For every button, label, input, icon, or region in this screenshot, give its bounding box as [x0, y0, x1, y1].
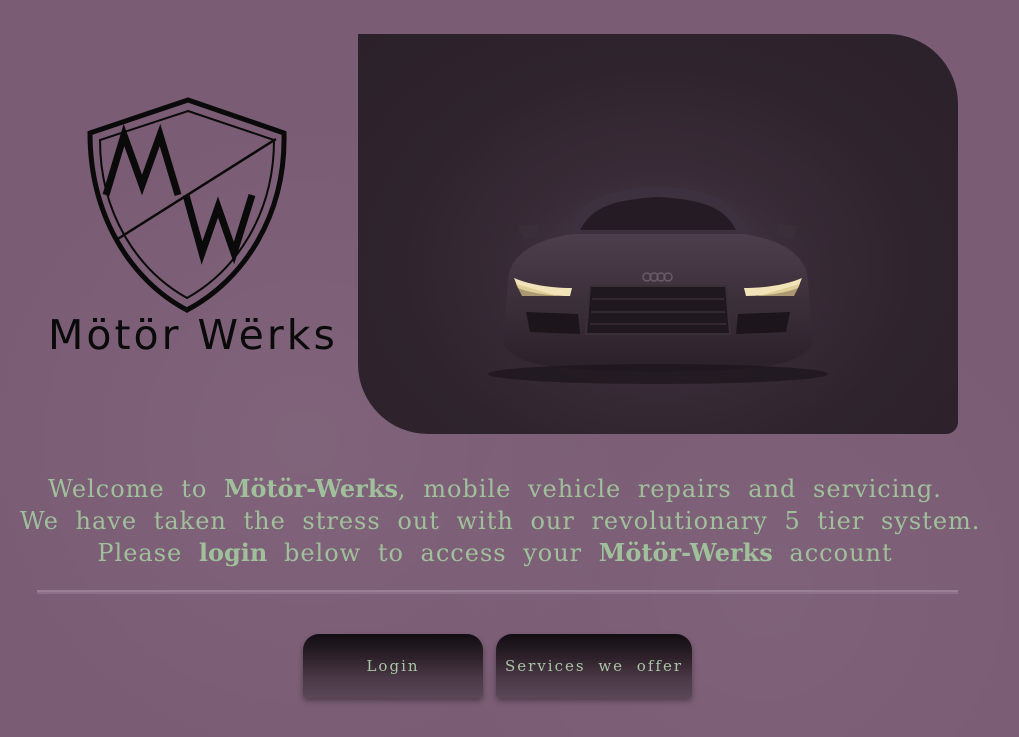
- welcome-line-3: Please login below to access your Mötör-…: [20, 537, 970, 569]
- welcome-line-2: We have taken the stress out with our re…: [20, 507, 981, 535]
- welcome-line-1: Welcome to Mötör-Werks, mobile vehicle r…: [20, 473, 970, 505]
- welcome-text: , mobile vehicle repairs and servicing.: [397, 475, 942, 503]
- login-highlight: login: [198, 538, 268, 567]
- welcome-text: Please: [97, 539, 199, 567]
- hero-image: [358, 34, 958, 434]
- brand-highlight: Mötör-Werks: [598, 538, 773, 567]
- services-button[interactable]: Services we offer: [496, 634, 692, 698]
- login-button[interactable]: Login: [303, 634, 483, 698]
- welcome-text: account: [772, 539, 893, 567]
- brand-highlight: Mötör-Werks: [223, 474, 398, 503]
- car-headlights-image: [448, 124, 868, 424]
- divider: [37, 590, 958, 594]
- shield-monogram-icon: [87, 97, 287, 313]
- brand-logo: Mötör Wërks: [40, 95, 340, 370]
- welcome-text: below to access your: [267, 539, 599, 567]
- welcome-text: Welcome to: [48, 475, 224, 503]
- brand-name: Mötör Wërks: [48, 311, 338, 359]
- welcome-message: Welcome to Mötör-Werks, mobile vehicle r…: [20, 473, 981, 569]
